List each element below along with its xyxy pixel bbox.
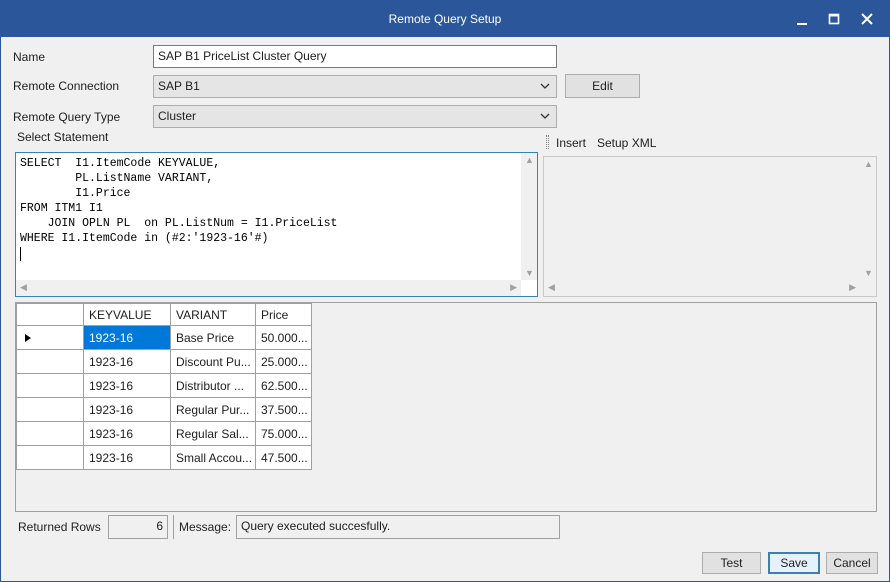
cell-keyvalue[interactable]: 1923-16 [83,325,171,350]
row-header[interactable] [16,325,84,350]
cancel-button[interactable]: Cancel [826,552,878,574]
remote-query-type-label: Remote Query Type [13,110,121,124]
xml-horizontal-scrollbar[interactable]: ◀ ▶ [544,280,860,296]
sql-text: SELECT I1.ItemCode KEYVALUE, PL.ListName… [20,157,338,245]
header-row: KEYVALUE VARIANT Price [16,303,312,326]
results-table: KEYVALUE VARIANT Price 1923-16 Base Pric… [16,303,312,470]
cell-variant[interactable]: Base Price [170,325,256,350]
window-title: Remote Query Setup [388,12,502,26]
scroll-right-icon: ▶ [510,282,517,292]
cell-keyvalue[interactable]: 1923-16 [83,373,171,398]
save-button[interactable]: Save [768,552,820,574]
scroll-down-icon: ▼ [864,268,873,278]
cell-price[interactable]: 37.500... [255,397,312,422]
cell-price[interactable]: 50.000... [255,325,312,350]
maximize-icon [828,13,840,25]
current-row-arrow-icon [25,333,31,342]
remote-query-type-select[interactable]: Cluster [153,105,557,128]
remote-connection-value: SAP B1 [158,79,200,93]
chevron-down-icon [540,83,550,89]
minimize-button[interactable] [792,9,812,29]
cell-variant[interactable]: Regular Sal... [170,421,256,446]
table-row[interactable]: 1923-16 Regular Sal... 75.000... [16,421,312,446]
status-divider [173,515,174,539]
close-button[interactable] [857,9,877,29]
returned-rows-label: Returned Rows [18,520,101,534]
sql-vertical-scrollbar[interactable]: ▲ ▼ [521,153,537,280]
remote-connection-label: Remote Connection [13,79,120,93]
sql-editor[interactable]: SELECT I1.ItemCode KEYVALUE, PL.ListName… [15,152,538,297]
scroll-up-icon: ▲ [525,155,534,165]
sql-horizontal-scrollbar[interactable]: ◀ ▶ [16,280,521,296]
row-header[interactable] [16,397,84,422]
close-icon [861,13,873,25]
insert-menu[interactable]: Insert [556,136,586,150]
test-button[interactable]: Test [702,552,761,574]
select-statement-label: Select Statement [17,130,109,144]
name-input[interactable]: SAP B1 PriceList Cluster Query [153,45,557,68]
scroll-left-icon: ◀ [20,282,27,292]
corner-header [16,303,84,326]
xml-vertical-scrollbar[interactable]: ▲ ▼ [860,157,876,280]
column-header-variant[interactable]: VARIANT [170,303,256,326]
table-row[interactable]: 1923-16 Regular Pur... 37.500... [16,397,312,422]
title-bar: Remote Query Setup [1,1,889,37]
cell-variant[interactable]: Distributor ... [170,373,256,398]
message-label: Message: [179,520,232,534]
maximize-button[interactable] [824,9,844,29]
row-header[interactable] [16,445,84,470]
toolbar-grip [546,135,549,149]
xml-panel[interactable]: ▲ ▼ ◀ ▶ [543,156,877,297]
column-header-price[interactable]: Price [255,303,312,326]
table-row[interactable]: 1923-16 Discount Pu... 25.000... [16,349,312,374]
remote-connection-select[interactable]: SAP B1 [153,75,557,98]
text-cursor [20,247,21,261]
setup-xml-menu[interactable]: Setup XML [597,136,656,150]
row-header[interactable] [16,373,84,398]
row-header[interactable] [16,349,84,374]
cell-keyvalue[interactable]: 1923-16 [83,397,171,422]
cell-keyvalue[interactable]: 1923-16 [83,421,171,446]
column-header-keyvalue[interactable]: KEYVALUE [83,303,171,326]
message-value: Query executed succesfully. [236,515,560,539]
chevron-down-icon [540,113,550,119]
cell-variant[interactable]: Regular Pur... [170,397,256,422]
cell-variant[interactable]: Discount Pu... [170,349,256,374]
scroll-right-icon: ▶ [849,282,856,292]
remote-query-type-value: Cluster [158,109,197,123]
table-row[interactable]: 1923-16 Small Accou... 47.500... [16,445,312,470]
table-row[interactable]: 1923-16 Base Price 50.000... [16,325,312,350]
cell-price[interactable]: 62.500... [255,373,312,398]
cell-price[interactable]: 47.500... [255,445,312,470]
returned-rows-value: 6 [108,515,168,539]
table-row[interactable]: 1923-16 Distributor ... 62.500... [16,373,312,398]
cell-price[interactable]: 25.000... [255,349,312,374]
remote-query-setup-window: Remote Query Setup Name SAP B1 PriceList… [0,0,890,582]
cell-keyvalue[interactable]: 1923-16 [83,445,171,470]
scroll-down-icon: ▼ [525,268,534,278]
results-grid[interactable]: KEYVALUE VARIANT Price 1923-16 Base Pric… [15,302,877,512]
cell-keyvalue[interactable]: 1923-16 [83,349,171,374]
name-label: Name [13,50,46,64]
row-header[interactable] [16,421,84,446]
scroll-up-icon: ▲ [864,159,873,169]
cell-price[interactable]: 75.000... [255,421,312,446]
scroll-left-icon: ◀ [548,282,555,292]
cell-variant[interactable]: Small Accou... [170,445,256,470]
minimize-icon [797,23,807,25]
edit-button[interactable]: Edit [565,74,640,98]
